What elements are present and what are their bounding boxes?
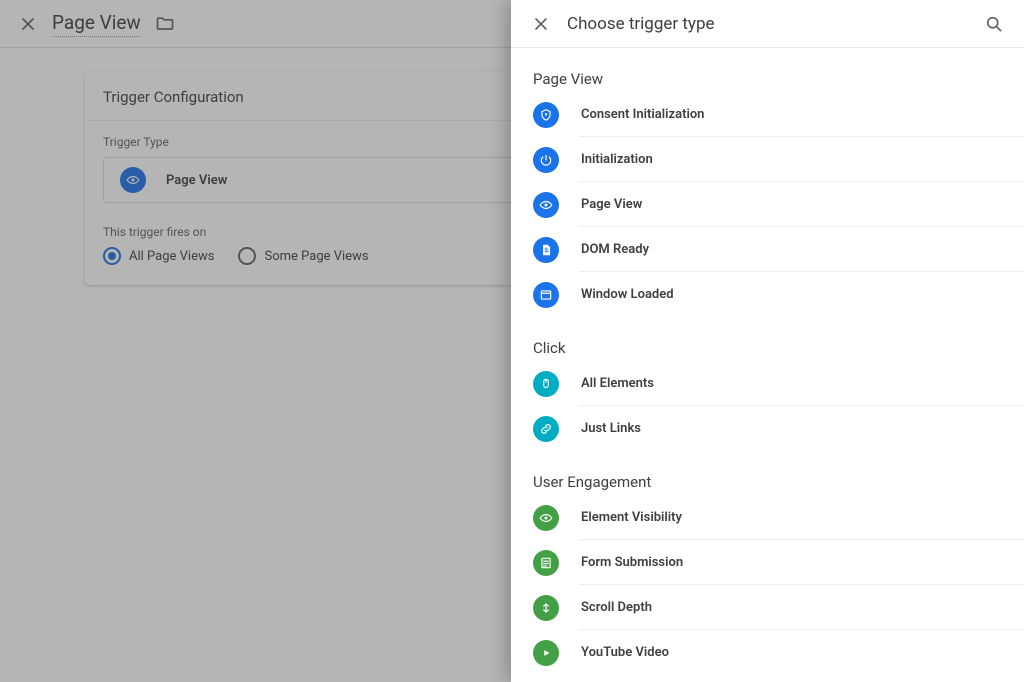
mouse-icon bbox=[533, 371, 559, 397]
trigger-option-label: Element Visibility bbox=[581, 510, 682, 525]
panel-header: Choose trigger type bbox=[511, 0, 1024, 48]
trigger-type-panel: Choose trigger type Page View Consent Ini… bbox=[511, 0, 1024, 682]
trigger-option-label: Just Links bbox=[581, 421, 641, 436]
trigger-option-label: YouTube Video bbox=[581, 645, 669, 660]
close-panel-button[interactable] bbox=[523, 6, 559, 42]
trigger-option-initialization[interactable]: Initialization bbox=[511, 137, 1024, 182]
trigger-option-page-view[interactable]: Page View bbox=[511, 182, 1024, 227]
play-icon bbox=[533, 640, 559, 666]
link-icon bbox=[533, 416, 559, 442]
trigger-option-scroll-depth[interactable]: Scroll Depth bbox=[511, 585, 1024, 630]
section-title: User Engagement bbox=[511, 451, 1024, 495]
shield-icon bbox=[533, 102, 559, 128]
search-button[interactable] bbox=[976, 6, 1012, 42]
trigger-option-label: Consent Initialization bbox=[581, 107, 704, 122]
trigger-option-label: All Elements bbox=[581, 376, 654, 391]
trigger-option-just-links[interactable]: Just Links bbox=[511, 406, 1024, 451]
window-icon bbox=[533, 282, 559, 308]
trigger-option-label: Scroll Depth bbox=[581, 600, 652, 615]
trigger-option-consent-initialization[interactable]: Consent Initialization bbox=[511, 92, 1024, 137]
search-icon bbox=[984, 14, 1004, 34]
trigger-option-element-visibility[interactable]: Element Visibility bbox=[511, 495, 1024, 540]
section-title: Page View bbox=[511, 48, 1024, 92]
panel-title: Choose trigger type bbox=[567, 14, 976, 34]
trigger-option-label: DOM Ready bbox=[581, 242, 649, 257]
trigger-option-youtube-video[interactable]: YouTube Video bbox=[511, 630, 1024, 675]
doc-icon bbox=[533, 237, 559, 263]
trigger-option-label: Window Loaded bbox=[581, 287, 674, 302]
eye-icon bbox=[533, 505, 559, 531]
power-icon bbox=[533, 147, 559, 173]
trigger-option-label: Form Submission bbox=[581, 555, 683, 570]
form-icon bbox=[533, 550, 559, 576]
section-title: Click bbox=[511, 317, 1024, 361]
trigger-option-label: Initialization bbox=[581, 152, 653, 167]
close-icon bbox=[531, 14, 551, 34]
trigger-option-label: Page View bbox=[581, 197, 642, 212]
scroll-icon bbox=[533, 595, 559, 621]
panel-body[interactable]: Page View Consent Initialization Initializ… bbox=[511, 48, 1024, 682]
eye-icon bbox=[533, 192, 559, 218]
trigger-option-window-loaded[interactable]: Window Loaded bbox=[511, 272, 1024, 317]
trigger-option-dom-ready[interactable]: DOM Ready bbox=[511, 227, 1024, 272]
trigger-option-form-submission[interactable]: Form Submission bbox=[511, 540, 1024, 585]
trigger-option-all-elements[interactable]: All Elements bbox=[511, 361, 1024, 406]
